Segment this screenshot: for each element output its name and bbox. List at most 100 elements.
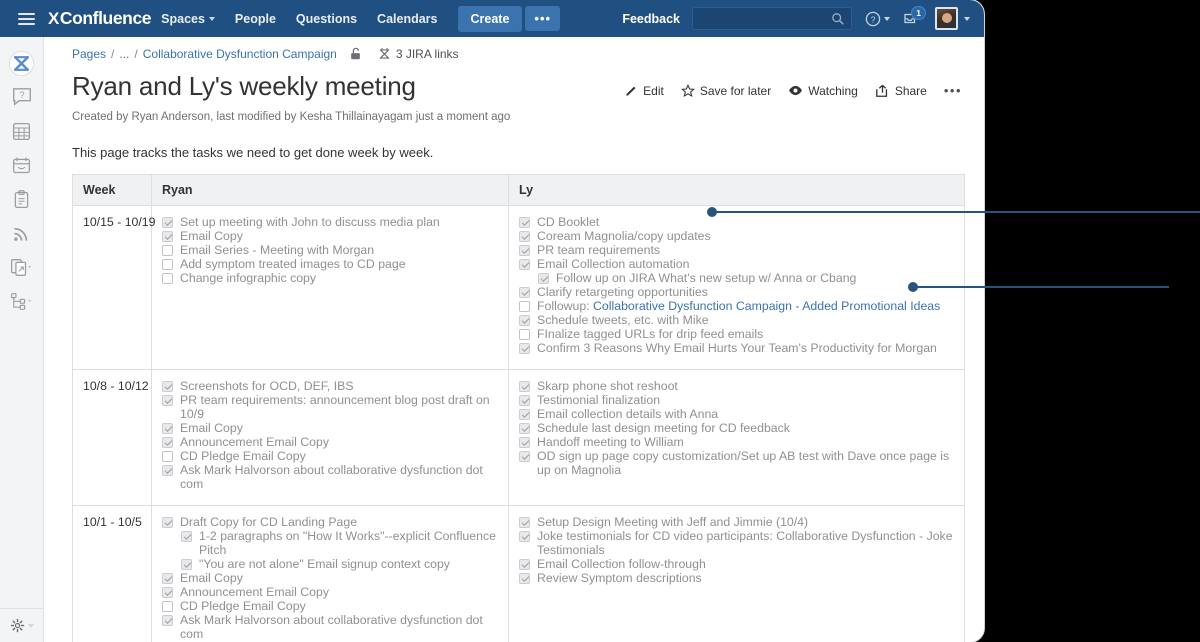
breadcrumb-ellipsis[interactable]: ... [119, 47, 129, 61]
task-checkbox-checked[interactable] [162, 423, 173, 434]
task-checkbox-checked[interactable] [162, 517, 173, 528]
save-for-later-button[interactable]: Save for later [680, 83, 772, 98]
task-checkbox-unchecked[interactable] [162, 259, 173, 270]
edit-button[interactable]: Edit [625, 84, 664, 98]
feedback-button[interactable]: Feedback [622, 12, 680, 26]
task-checkbox-checked[interactable] [181, 559, 192, 570]
task-checkbox-checked[interactable] [519, 217, 530, 228]
hamburger-icon[interactable] [8, 7, 44, 31]
nav-item-calendars[interactable]: Calendars [367, 6, 447, 32]
space-logo-icon [8, 50, 35, 76]
task-checkbox-checked[interactable] [519, 231, 530, 242]
task-checkbox-checked[interactable] [519, 531, 530, 542]
task-checkbox-checked[interactable] [162, 573, 173, 584]
task-checkbox-checked[interactable] [519, 395, 530, 406]
task-link[interactable]: Collaborative Dysfunction Campaign - Add… [593, 299, 940, 313]
task-list: Skarp phone shot reshoot Testimonial fina… [519, 379, 954, 477]
task-label: Announcement Email Copy [180, 585, 330, 599]
task-checkbox-checked[interactable] [162, 217, 173, 228]
task-checkbox-unchecked[interactable] [162, 451, 173, 462]
sidebar-item-space-logo[interactable] [7, 48, 37, 78]
task-row: Email Collection follow-through [519, 557, 954, 571]
task-checkbox-checked[interactable] [162, 615, 173, 626]
chevron-down-icon [27, 623, 34, 628]
task-checkbox-checked[interactable] [519, 423, 530, 434]
help-menu-button[interactable]: ? [865, 11, 890, 27]
nav-right-group: Feedback ? 1 [622, 5, 984, 30]
ryan-tasks-cell: Screenshots for OCD, DEF, IBS PR team req… [151, 369, 509, 506]
task-row: CD Pledge Email Copy [162, 599, 498, 613]
task-label: Email collection details with Anna [537, 407, 719, 421]
task-row: Screenshots for OCD, DEF, IBS [162, 379, 498, 393]
task-checkbox-checked[interactable] [519, 343, 530, 354]
list-item: Email Copy [162, 421, 498, 435]
more-actions-icon[interactable]: ••• [944, 83, 962, 98]
task-checkbox-checked[interactable] [519, 287, 530, 298]
breadcrumb-root[interactable]: Pages [72, 47, 106, 61]
task-checkbox-checked[interactable] [519, 517, 530, 528]
task-label: Confirm 3 Reasons Why Email Hurts Your T… [537, 341, 937, 355]
list-item: Set up meeting with John to discuss medi… [162, 215, 498, 229]
sidebar-item-clipboard[interactable] [7, 184, 37, 214]
page-byline: Created by Ryan Anderson, last modified … [72, 111, 511, 123]
watching-button[interactable]: Watching [788, 84, 858, 98]
task-row: Schedule last design meeting for CD feed… [519, 421, 954, 435]
list-item: Setup Design Meeting with Jeff and Jimmi… [519, 515, 954, 529]
task-checkbox-checked[interactable] [519, 573, 530, 584]
nav-item-questions[interactable]: Questions [286, 6, 367, 32]
sidebar-item-spreadsheet[interactable] [7, 116, 37, 146]
list-item: Schedule tweets, etc. with Mike [519, 313, 954, 327]
task-checkbox-unchecked[interactable] [519, 329, 530, 340]
task-checkbox-unchecked[interactable] [162, 245, 173, 256]
create-more-button[interactable]: ••• [525, 6, 561, 31]
browser-window: X Confluence Spaces People Questions Cal… [0, 0, 984, 642]
search-input[interactable] [692, 7, 852, 30]
task-checkbox-checked[interactable] [519, 451, 530, 462]
task-checkbox-checked[interactable] [162, 587, 173, 598]
chevron-down-icon[interactable] [964, 16, 970, 21]
task-checkbox-checked[interactable] [162, 437, 173, 448]
task-checkbox-checked[interactable] [519, 315, 530, 326]
task-row: Announcement Email Copy [162, 435, 498, 449]
sidebar-item-page-tree[interactable] [7, 286, 37, 316]
sidebar-item-calendar[interactable] [7, 150, 37, 180]
task-checkbox-unchecked[interactable] [162, 601, 173, 612]
task-row: Testimonial finalization [519, 393, 954, 407]
task-checkbox-unchecked[interactable] [519, 301, 530, 312]
list-item: Follow up on JIRA What's new setup w/ An… [538, 271, 954, 285]
task-checkbox-checked[interactable] [162, 395, 173, 406]
breadcrumb-current[interactable]: Collaborative Dysfunction Campaign [143, 47, 337, 61]
jira-links[interactable]: 3 JIRA links [378, 47, 459, 61]
task-checkbox-unchecked[interactable] [162, 273, 173, 284]
task-checkbox-checked[interactable] [162, 465, 173, 476]
notifications-button[interactable]: 1 [903, 5, 926, 27]
list-item: CD Booklet [519, 215, 954, 229]
unlocked-padlock-icon[interactable] [349, 47, 362, 61]
save-for-later-label: Save for later [699, 83, 772, 98]
task-checkbox-checked[interactable] [162, 231, 173, 242]
nav-item-spaces[interactable]: Spaces [151, 6, 225, 32]
task-checkbox-checked[interactable] [519, 381, 530, 392]
avatar[interactable] [935, 7, 958, 30]
task-checkbox-checked[interactable] [519, 259, 530, 270]
task-checkbox-checked[interactable] [162, 381, 173, 392]
sidebar-item-rss-feed[interactable] [7, 218, 37, 248]
share-button[interactable]: Share [875, 84, 927, 98]
task-checkbox-checked[interactable] [519, 559, 530, 570]
sidebar-item-pages[interactable] [7, 252, 37, 282]
confluence-logo[interactable]: X Confluence [48, 8, 152, 29]
task-checkbox-checked[interactable] [181, 531, 192, 542]
create-button[interactable]: Create [457, 5, 523, 32]
table-header-row: Week Ryan Ly [72, 174, 965, 206]
task-checkbox-checked[interactable] [519, 437, 530, 448]
list-item: 1-2 paragraphs on "How It Works"--explic… [181, 529, 498, 557]
list-item: Email collection details with Anna [519, 407, 954, 421]
task-row: Confirm 3 Reasons Why Email Hurts Your T… [519, 341, 954, 355]
task-checkbox-checked[interactable] [538, 273, 549, 284]
sidebar-item-questions[interactable]: ? [7, 82, 37, 112]
nav-item-people[interactable]: People [225, 6, 286, 32]
task-checkbox-checked[interactable] [519, 245, 530, 256]
list-item: Schedule last design meeting for CD feed… [519, 421, 954, 435]
sidebar-settings-button[interactable] [0, 608, 44, 642]
task-checkbox-checked[interactable] [519, 409, 530, 420]
